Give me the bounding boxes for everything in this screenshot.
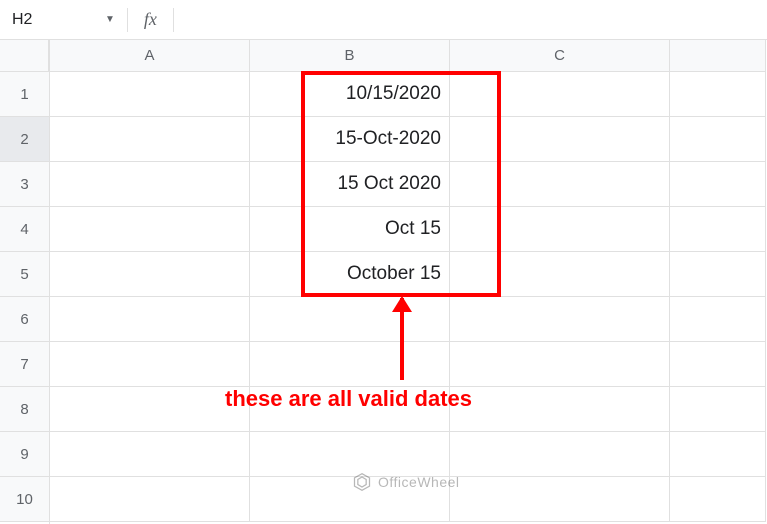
cell[interactable] (250, 477, 450, 522)
table-row (50, 342, 767, 387)
select-all-corner[interactable] (0, 40, 49, 72)
row-header[interactable]: 5 (0, 252, 49, 297)
cell[interactable] (50, 207, 250, 252)
cell[interactable] (50, 162, 250, 207)
cell[interactable] (250, 342, 450, 387)
formula-bar: ▼ fx (0, 0, 767, 40)
formula-input[interactable] (174, 0, 767, 39)
cell[interactable] (450, 252, 670, 297)
row-header[interactable]: 7 (0, 342, 49, 387)
column-header[interactable]: B (250, 40, 450, 72)
cell[interactable] (50, 72, 250, 117)
row-header[interactable]: 6 (0, 297, 49, 342)
table-row (50, 477, 767, 522)
spreadsheet-grid: 1 2 3 4 5 6 7 8 9 10 A B C 10/15/2020 15… (0, 40, 767, 524)
row-header[interactable]: 3 (0, 162, 49, 207)
cell[interactable] (50, 387, 250, 432)
cell[interactable] (250, 432, 450, 477)
cell[interactable] (670, 342, 766, 387)
cell[interactable] (450, 117, 670, 162)
row-header[interactable]: 2 (0, 117, 49, 162)
cell[interactable] (670, 477, 766, 522)
cell[interactable] (50, 252, 250, 297)
cell[interactable] (670, 162, 766, 207)
cell[interactable] (670, 117, 766, 162)
cell[interactable]: 15-Oct-2020 (250, 117, 450, 162)
column-header[interactable] (670, 40, 766, 72)
cell[interactable]: 15 Oct 2020 (250, 162, 450, 207)
table-row (50, 387, 767, 432)
cell[interactable] (450, 72, 670, 117)
cell[interactable]: Oct 15 (250, 207, 450, 252)
row-header[interactable]: 1 (0, 72, 49, 117)
cell[interactable] (50, 342, 250, 387)
cell[interactable] (250, 387, 450, 432)
cell[interactable] (50, 117, 250, 162)
grid-area: A B C 10/15/2020 15-Oct-2020 15 Oct 2020 (50, 40, 767, 524)
table-row: 15-Oct-2020 (50, 117, 767, 162)
cell[interactable] (450, 162, 670, 207)
row-headers: 1 2 3 4 5 6 7 8 9 10 (0, 40, 50, 524)
row-header[interactable]: 9 (0, 432, 49, 477)
cell[interactable] (670, 297, 766, 342)
chevron-down-icon[interactable]: ▼ (105, 14, 127, 25)
cell[interactable] (450, 342, 670, 387)
table-row: 15 Oct 2020 (50, 162, 767, 207)
table-row (50, 297, 767, 342)
cell[interactable] (670, 252, 766, 297)
cell[interactable] (670, 72, 766, 117)
cell[interactable] (450, 477, 670, 522)
data-rows: 10/15/2020 15-Oct-2020 15 Oct 2020 Oct 1… (50, 72, 767, 522)
cell[interactable] (670, 387, 766, 432)
table-row (50, 432, 767, 477)
cell[interactable]: 10/15/2020 (250, 72, 450, 117)
column-header[interactable]: C (450, 40, 670, 72)
name-box-input[interactable] (0, 0, 105, 39)
cell[interactable] (50, 432, 250, 477)
cell[interactable] (450, 207, 670, 252)
table-row: Oct 15 (50, 207, 767, 252)
cell[interactable]: October 15 (250, 252, 450, 297)
cell[interactable] (50, 477, 250, 522)
cell[interactable] (450, 387, 670, 432)
cell[interactable] (50, 297, 250, 342)
column-header[interactable]: A (50, 40, 250, 72)
column-headers: A B C (50, 40, 767, 72)
cell[interactable] (670, 207, 766, 252)
fx-label: fx (128, 9, 173, 30)
cell[interactable] (450, 297, 670, 342)
table-row: 10/15/2020 (50, 72, 767, 117)
row-header[interactable]: 10 (0, 477, 49, 522)
cell[interactable] (250, 297, 450, 342)
cell[interactable] (670, 432, 766, 477)
row-header[interactable]: 8 (0, 387, 49, 432)
row-header[interactable]: 4 (0, 207, 49, 252)
table-row: October 15 (50, 252, 767, 297)
cell[interactable] (450, 432, 670, 477)
